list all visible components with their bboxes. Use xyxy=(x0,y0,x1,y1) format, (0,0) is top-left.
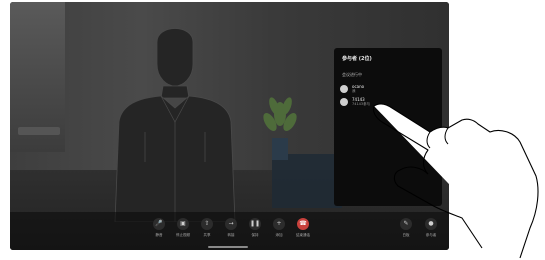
microphone-icon: 🎤 xyxy=(153,218,165,230)
home-indicator xyxy=(208,246,248,248)
transfer-icon: → xyxy=(225,218,237,230)
add-participant-icon: + xyxy=(273,218,285,230)
end-call-button[interactable]: ☎ 结束通话 xyxy=(292,218,314,238)
camera-icon: ▣ xyxy=(177,218,189,230)
end-call-label: 结束通话 xyxy=(296,233,310,237)
pointing-hand-illustration xyxy=(372,103,539,259)
share-icon: ⇧ xyxy=(201,218,213,230)
panel-title: 参与者 (2位) xyxy=(342,56,372,62)
share-button[interactable]: ⇧ 共享 xyxy=(196,218,218,238)
transfer-label: 转接 xyxy=(227,233,235,237)
end-call-icon: ☎ xyxy=(297,218,309,230)
room-table xyxy=(18,127,60,135)
plant-image xyxy=(263,97,297,160)
participant-detail: 我 xyxy=(352,89,356,93)
avatar xyxy=(340,97,348,106)
hold-button[interactable]: ❚❚ 保持 xyxy=(244,218,266,238)
panel-section-label: 会议进行中 xyxy=(342,72,362,77)
stop-video-button[interactable]: ▣ 停止视频 xyxy=(172,218,194,238)
stop-video-label: 停止视频 xyxy=(176,233,190,237)
participant-silhouette xyxy=(114,28,236,222)
avatar xyxy=(340,84,348,93)
add-participant-button[interactable]: + 添加 xyxy=(268,218,290,238)
transfer-button[interactable]: → 转接 xyxy=(220,218,242,238)
mute-label: 静音 xyxy=(155,233,163,237)
mute-button[interactable]: 🎤 静音 xyxy=(148,218,170,238)
participant-item[interactable]: 74143 74143参与 xyxy=(340,97,370,107)
participant-detail: 74143参与 xyxy=(352,102,371,106)
pause-icon: ❚❚ xyxy=(249,218,261,230)
add-label: 添加 xyxy=(275,233,283,237)
hold-label: 保持 xyxy=(251,233,259,237)
participant-item[interactable]: ocano 我 xyxy=(340,84,364,94)
share-label: 共享 xyxy=(203,233,211,237)
